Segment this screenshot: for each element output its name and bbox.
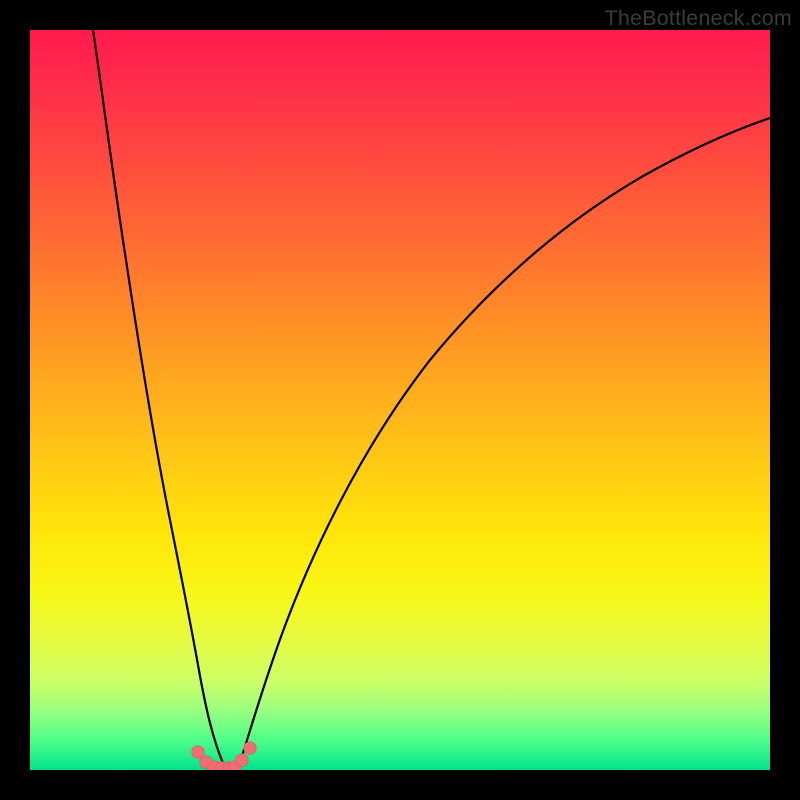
marker-dot <box>244 742 257 755</box>
chart-frame <box>30 30 770 770</box>
watermark-text: TheBottleneck.com <box>605 6 792 31</box>
right-branch-path <box>239 118 770 766</box>
marker-dot <box>236 754 249 767</box>
valley-markers <box>192 742 257 770</box>
left-branch-path <box>93 30 224 766</box>
bottleneck-curve <box>30 30 770 770</box>
